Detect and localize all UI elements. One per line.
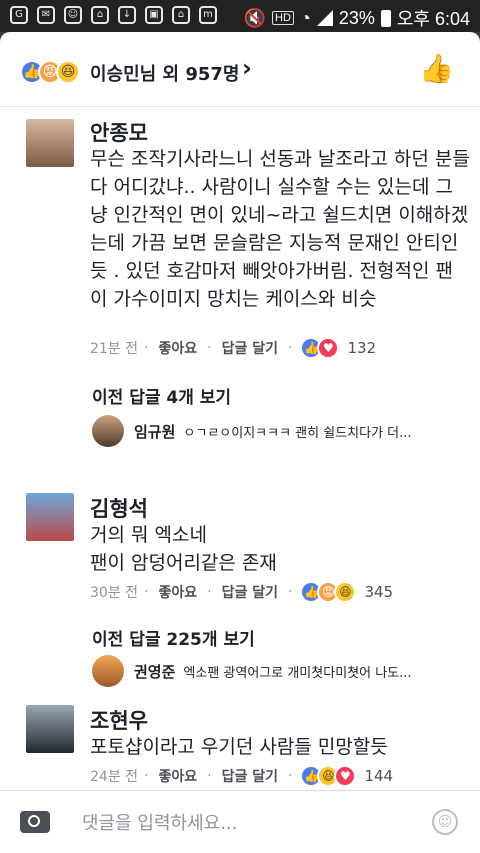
reaction-count[interactable]: 👍 ♥ 132 xyxy=(300,337,376,359)
avatar[interactable] xyxy=(92,655,124,687)
battery-icon xyxy=(380,9,391,27)
mute-icon: 🔇 xyxy=(243,7,267,28)
app-icon-1: G xyxy=(10,6,28,24)
reply-author[interactable]: 임규원 xyxy=(134,421,175,442)
comment-meta: 30분 전 · 좋아요 · 답글 달기 · 👍 😡 😆 345 xyxy=(90,581,394,603)
status-right: 🔇 HD ◔ 23% 오후 6:04 xyxy=(244,5,470,31)
comment-author[interactable]: 안종모 xyxy=(90,117,148,147)
comment-meta: 24분 전 · 좋아요 · 답글 달기 · 👍 😆 ♥ 144 xyxy=(90,765,394,787)
reactions-header[interactable]: 👍 😡 😆 이승민님 외 957명 › 👍 xyxy=(0,32,480,107)
comment-time: 24분 전 xyxy=(90,769,139,785)
comment-text: 무슨 조작기사라느니 선동과 날조라고 하던 분들 다 어디갔냐.. 사람이니 … xyxy=(90,148,470,310)
like-button[interactable]: 좋아요 xyxy=(158,338,197,358)
like-button[interactable]: 좋아요 xyxy=(158,582,197,602)
clean-icon-2: ⌂ xyxy=(172,6,190,24)
app-icon-3: ☺ xyxy=(64,6,82,24)
comment-text: 포토샵이라고 우기던 사람들 민망할듯 xyxy=(90,736,388,758)
avatar[interactable] xyxy=(26,493,74,541)
wifi-icon: ◔ xyxy=(299,7,311,28)
battery-percent: 23% xyxy=(338,7,375,28)
love-reaction-icon: ♥ xyxy=(317,337,340,359)
clock: 오후 6:04 xyxy=(396,9,470,29)
love-reaction-icon: ♥ xyxy=(334,765,357,787)
download-icon: ↓ xyxy=(118,6,136,24)
signal-icon xyxy=(316,10,333,26)
reply-text: 엑소팬 광역어그로 개미쳣다미쳣어 나도... xyxy=(183,665,412,681)
emoji-icon[interactable]: ☺ xyxy=(432,809,458,835)
comment-meta: 21분 전 · 좋아요 · 답글 달기 · 👍 ♥ 132 xyxy=(90,337,377,359)
image-icon: ▣ xyxy=(145,6,163,24)
avatar[interactable] xyxy=(26,705,74,753)
reply-button[interactable]: 답글 달기 xyxy=(222,338,278,358)
comment-text: 거의 뭐 엑소네 팬이 암덩어리같은 존재 xyxy=(90,524,277,574)
comment-time: 30분 전 xyxy=(90,585,139,601)
comment-author[interactable]: 조현우 xyxy=(90,705,148,735)
messenger-icon: m xyxy=(199,6,217,24)
app-icon-2: ✉ xyxy=(37,6,55,24)
reaction-count[interactable]: 👍 😆 ♥ 144 xyxy=(300,765,393,787)
like-button[interactable]: 좋아요 xyxy=(158,766,197,786)
reply-author[interactable]: 권영준 xyxy=(134,661,175,682)
clean-icon: ⌂ xyxy=(91,6,109,24)
reaction-count[interactable]: 👍 😡 😆 345 xyxy=(300,581,393,603)
reply-text: ㅇㄱㄹㅇ이지ㅋㅋㅋ 괜히 쉴드치다가 더... xyxy=(183,425,412,441)
haha-reaction-icon: 😆 xyxy=(334,581,357,603)
avatar[interactable] xyxy=(26,119,74,167)
camera-icon[interactable] xyxy=(20,811,50,833)
chevron-right-icon[interactable]: › xyxy=(242,54,252,82)
reactors-summary[interactable]: 이승민님 외 957명 xyxy=(90,60,239,86)
header-reactions: 👍 😡 😆 xyxy=(20,60,80,84)
notification-icons: G ✉ ☺ ⌂ ↓ ▣ ⌂ m xyxy=(10,6,217,24)
reply-preview[interactable]: 권영준 엑소팬 광역어그로 개미쳣다미쳣어 나도... xyxy=(92,655,462,687)
reply-button[interactable]: 답글 달기 xyxy=(222,582,278,602)
comment-author[interactable]: 김형석 xyxy=(90,493,148,523)
thumbs-up-icon[interactable]: 👍 xyxy=(419,52,454,85)
comments-sheet: 👍 😡 😆 이승민님 외 957명 › 👍 안종모 무슨 조작기사라느니 선동과… xyxy=(0,32,480,853)
reply-button[interactable]: 답글 달기 xyxy=(222,766,278,786)
status-bar: G ✉ ☺ ⌂ ↓ ▣ ⌂ m 🔇 HD ◔ 23% 오후 6:04 xyxy=(0,0,480,32)
haha-reaction-icon: 😆 xyxy=(56,60,80,84)
more-replies-link[interactable]: 이전 답글 4개 보기 xyxy=(92,383,231,408)
hd-badge: HD xyxy=(272,11,294,25)
more-replies-link[interactable]: 이전 답글 225개 보기 xyxy=(92,625,255,650)
comment-composer: ☺ xyxy=(0,790,480,853)
reply-preview[interactable]: 임규원 ㅇㄱㄹㅇ이지ㅋㅋㅋ 괜히 쉴드치다가 더... xyxy=(92,415,462,447)
comment-time: 21분 전 xyxy=(90,341,139,357)
avatar[interactable] xyxy=(92,415,124,447)
comment-input[interactable] xyxy=(80,807,404,839)
